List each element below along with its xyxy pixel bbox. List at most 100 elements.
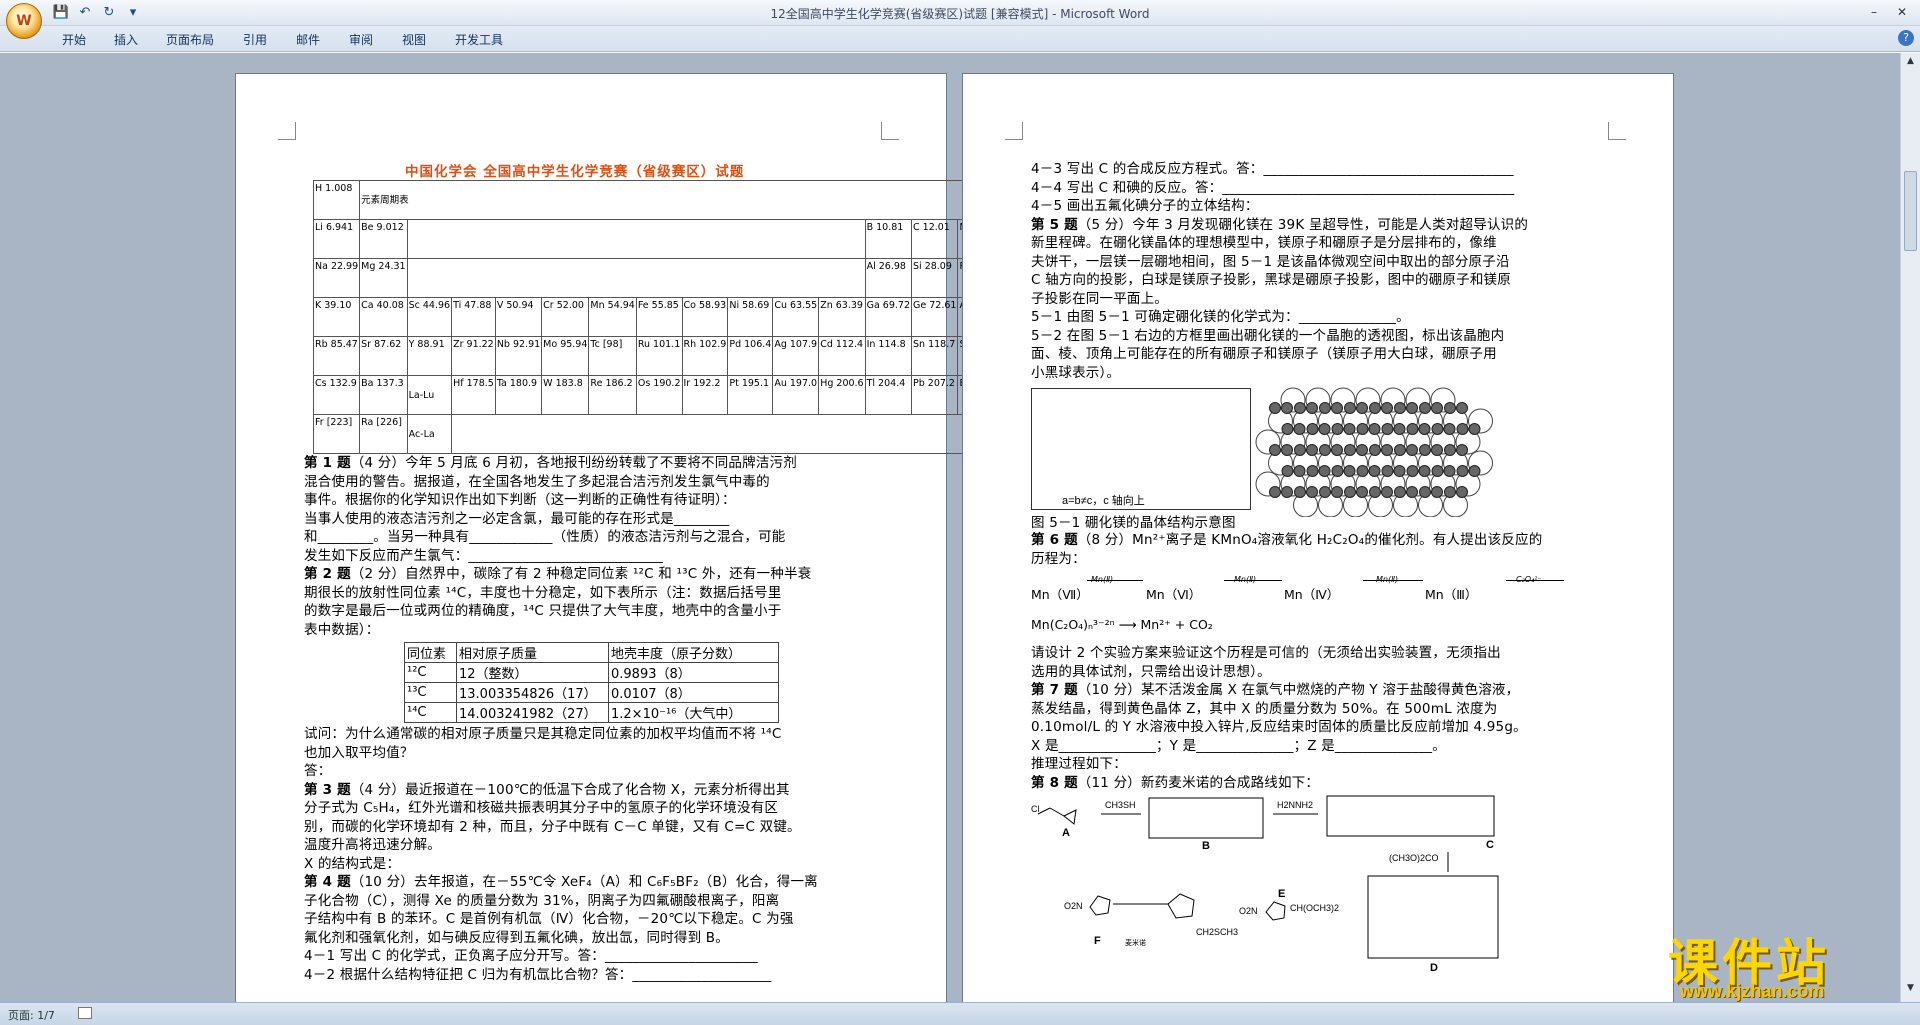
f-no2: O2N — [1064, 901, 1083, 911]
title-bar: 💾 ↶ ↻ ▾ 12全国高中学生化学竞赛(省级赛区)试题 [兼容模式] - Mi… — [0, 0, 1920, 26]
e-substituent: CH(OCH3)2 — [1290, 903, 1339, 913]
b-atom-icon — [1356, 402, 1368, 414]
element-cell: Ga 69.72 — [864, 297, 913, 337]
tab-mailings[interactable]: 邮件 — [296, 31, 320, 48]
b-atom-icon — [1406, 423, 1419, 435]
b-atom-icon — [1344, 444, 1356, 456]
isotope-row: ¹³C 13.003354826（17） 0.0107（8） — [404, 682, 779, 703]
box-c[interactable] — [1326, 795, 1495, 837]
text-line: 夫饼干，一层镁一层硼地相间，图 5－1 是该晶体微观空间中取出的部分原子沿 — [1031, 253, 1510, 270]
b-atom-icon — [1419, 402, 1431, 414]
b-atom-icon — [1381, 486, 1393, 498]
minimize-button[interactable]: – — [1860, 2, 1888, 22]
element-cell: Zr 91.22 — [451, 336, 496, 376]
text-line: X 的结构式是： — [304, 855, 401, 872]
element-cell: Tc [98] — [588, 336, 637, 376]
element-cell: W 183.8 — [541, 375, 590, 415]
isotope-cell: 1.2×10⁻¹⁶（大气中） — [608, 702, 779, 723]
b-atom-icon — [1406, 444, 1418, 456]
b-atom-icon — [1343, 465, 1356, 477]
b-atom-icon — [1394, 486, 1406, 498]
b-atom-icon — [1319, 486, 1331, 498]
element-cell: Ra [226] — [359, 414, 408, 454]
text-line: 5－2 在图 5－1 右边的方框里画出硼化镁的一个晶胞的透视图，标出该晶胞内 — [1031, 327, 1505, 344]
text-line: 第 7 题（10 分）某不活泼金属 X 在氯气中燃烧的产物 Y 溶于盐酸得黄色溶… — [1031, 682, 1520, 698]
element-cell: Re 186.2 — [588, 375, 637, 415]
b-atom-icon — [1381, 444, 1393, 456]
crop-mark — [1005, 122, 1023, 140]
page1-text-block-2: 试问：为什么通常碳的相对原子质量只是其稳定同位素的加权平均值而不将 ¹⁴C 也加入… — [304, 725, 818, 984]
tab-review[interactable]: 审阅 — [349, 31, 373, 48]
scroll-down-icon[interactable]: ▼ — [1904, 983, 1917, 996]
office-button[interactable]: W — [6, 3, 42, 39]
isotope-cell: 12（整数） — [456, 662, 609, 683]
text-line: 历程为： — [1031, 550, 1086, 567]
b-atom-icon — [1331, 486, 1343, 498]
page-indicator[interactable]: 页面: 1/7 — [8, 1007, 55, 1023]
mn-step-1: Mn（Ⅶ） — [1031, 587, 1089, 602]
isotope-row: 同位素 相对原子质量 地壳丰度（原子分数） — [404, 642, 779, 663]
close-button[interactable]: ✕ — [1888, 2, 1916, 22]
isotope-cell: 地壳丰度（原子分数） — [608, 642, 779, 663]
isotope-cell: ¹²C — [404, 662, 457, 683]
tab-developer[interactable]: 开发工具 — [455, 31, 503, 48]
proofing-icon[interactable] — [78, 1007, 92, 1019]
mn-step-2: Mn（Ⅵ） — [1146, 587, 1202, 602]
tab-view[interactable]: 视图 — [402, 31, 426, 48]
text-line: 的数字是最后一位或两位的精确度，¹⁴C 只提供了大气丰度，地壳中的含量小于 — [304, 603, 782, 619]
isotope-cell: 相对原子质量 — [456, 642, 609, 663]
b-atom-icon — [1281, 402, 1293, 414]
b-atom-icon — [1294, 486, 1306, 498]
element-cell: Y 88.91 — [406, 336, 453, 376]
office-logo-icon: W — [16, 13, 32, 29]
tab-references[interactable]: 引用 — [243, 31, 267, 48]
element-cell: Si 28.09 — [910, 258, 959, 298]
label-c: C — [1486, 839, 1494, 851]
text-line: 4－1 写出 C 的化学式，正负离子应分开写。答：_______________… — [304, 948, 758, 964]
status-bar: 页面: 1/7 — [0, 1002, 1920, 1025]
element-cell: Ir 192.2 — [681, 375, 729, 415]
element-cell: Be 9.012 — [359, 219, 408, 259]
b-atom-icon — [1306, 444, 1318, 456]
reagent-1: CH3SH — [1105, 800, 1136, 810]
text-line: 第 6 题（8 分）Mn²⁺离子是 KMnO₄溶液氧化 H₂C₂O₄的催化剂。有… — [1031, 532, 1543, 548]
scroll-thumb[interactable] — [1904, 171, 1917, 251]
furan-e-icon — [1265, 901, 1286, 921]
answer-box-unit-cell[interactable]: a=b≠c，c 轴向上 — [1031, 388, 1251, 510]
element-cell: Sc 44.96 — [406, 297, 453, 337]
text-line: 混合使用的警告。据报道，在全国各地发生了多起混合洁污剂发生氯气中毒的 — [304, 473, 770, 490]
text-line: 子投影在同一平面上。 — [1031, 290, 1168, 307]
text-line: 也加入取平均值？ — [304, 744, 414, 761]
element-cell: B 10.81 — [864, 219, 913, 259]
b-atom-icon — [1319, 444, 1331, 456]
text-line: 第 4 题（10 分）去年报道，在－55℃令 XeF₄（A）和 C₆F₅BF₂（… — [304, 874, 818, 890]
b-atom-icon — [1331, 465, 1344, 477]
vertical-scrollbar[interactable]: ▲ ▼ — [1900, 53, 1920, 1002]
text-line: 期很长的放射性同位素 ¹⁴C，丰度也十分稳定，如下表所示（注：数据后括号里 — [304, 584, 782, 601]
box-b[interactable] — [1148, 797, 1264, 839]
element-cell: Ru 101.1 — [635, 336, 683, 376]
help-icon[interactable]: ? — [1898, 30, 1914, 46]
box-d[interactable] — [1367, 875, 1499, 959]
element-cell: Rh 102.9 — [681, 336, 729, 376]
b-atom-icon — [1306, 486, 1318, 498]
element-cell: Hg 200.6 — [818, 375, 866, 415]
b-atom-icon — [1281, 444, 1293, 456]
b-atom-icon — [1418, 423, 1431, 435]
text-line: 第 5 题（5 分）今年 3 月发现硼化镁在 39K 呈超导性，可能是人类对超导… — [1031, 216, 1529, 233]
isotope-table: 同位素 相对原子质量 地壳丰度（原子分数） ¹²C 12（整数） 0.9893（8） ¹³C… — [404, 642, 779, 723]
tab-insert[interactable]: 插入 — [114, 31, 138, 48]
tab-page-layout[interactable]: 页面布局 — [166, 31, 214, 48]
element-cell: Sr 87.62 — [359, 336, 408, 376]
b-atom-icon — [1294, 444, 1306, 456]
b-atom-icon — [1419, 444, 1431, 456]
element-cell: Na 22.99 — [312, 258, 361, 298]
scroll-up-icon[interactable]: ▲ — [1904, 56, 1917, 69]
b-atom-icon — [1369, 444, 1381, 456]
tab-home[interactable]: 开始 — [62, 31, 86, 48]
b-atom-icon — [1356, 486, 1368, 498]
b-atom-icon — [1344, 402, 1356, 414]
b-atom-icon — [1318, 423, 1331, 435]
label-d: D — [1430, 962, 1438, 974]
arrow-4 — [1506, 580, 1564, 581]
